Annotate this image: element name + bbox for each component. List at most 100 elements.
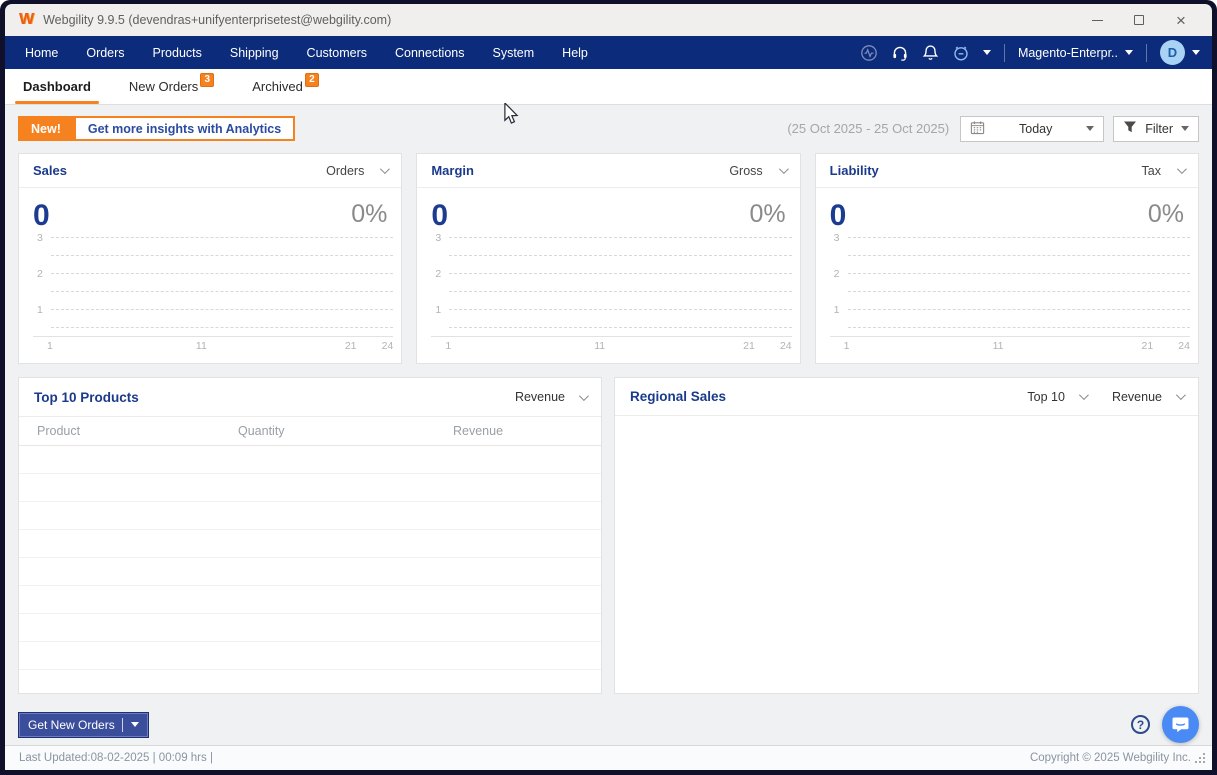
tab-dashboard[interactable]: Dashboard [13,69,101,104]
period-caret-icon [1086,126,1095,131]
nav-divider [1146,43,1147,62]
sales-values: 0 0% [19,188,401,231]
x-tick: 1 [445,340,452,352]
activity-icon[interactable] [860,44,878,62]
floating-actions: ? [1131,706,1199,743]
x-tick: 1 [47,340,53,352]
metric-percent: 0% [1147,200,1184,228]
x-axis [33,336,394,337]
bell-icon[interactable] [922,44,939,62]
filter-label: Filter [1145,121,1173,136]
x-tick: 11 [594,340,606,352]
store-selector[interactable]: Magento-Enterpr.. [1018,46,1133,60]
regional-sales-card: Regional Sales Top 10 Revenue [614,377,1199,694]
user-menu[interactable]: D [1160,40,1200,65]
chevron-down-icon [1176,164,1187,175]
chevron-down-icon [1175,390,1186,401]
nav-item-home[interactable]: Home [11,36,72,69]
title-bar: W Webgility 9.9.5 (devendras+unifyenterp… [5,4,1212,36]
dropdown-label: Top 10 [1027,389,1065,404]
get-new-orders-button[interactable]: Get New Orders [18,711,149,738]
margin-card: Margin Gross 0 0% 3 2 1 1 11 21 24 [416,153,801,364]
date-range-label: (25 Oct 2025 - 25 Oct 2025) [787,121,950,136]
webgility-logo-icon: W [19,11,34,28]
card-title: Margin [431,163,474,178]
y-tick: 2 [435,268,442,280]
sales-metric-dropdown[interactable]: Orders [326,164,391,178]
margin-metric-dropdown[interactable]: Gross [729,164,789,178]
avatar[interactable]: D [1160,40,1185,65]
x-axis [829,336,1190,337]
metric-value: 0 [829,199,847,232]
period-dropdown[interactable]: Today [960,115,1105,142]
alarm-dropdown-caret-icon[interactable] [982,50,991,55]
tab-archived[interactable]: Archived 2 [242,69,329,104]
nav-item-help[interactable]: Help [548,36,602,69]
top-products-metric-dropdown[interactable]: Revenue [515,390,589,404]
filter-dropdown[interactable]: Filter [1113,115,1199,142]
toolbar-row: New! Get more insights with Analytics (2… [18,105,1199,142]
table-row [19,614,601,642]
analytics-promo: New! Get more insights with Analytics [18,116,296,141]
table-row [19,586,601,614]
products-table-body [19,446,601,693]
metric-cards-row: Sales Orders 0 0% 3 2 1 1 11 21 24 Margi… [18,153,1199,364]
dropdown-label: Revenue [1111,389,1162,404]
user-caret-icon [1192,50,1200,55]
liability-card: Liability Tax 0 0% 3 2 1 1 11 21 24 [814,153,1199,364]
x-tick: 21 [1141,340,1154,352]
nav-item-connections[interactable]: Connections [381,36,479,69]
close-button[interactable]: × [1160,4,1202,36]
chevron-down-icon [1078,390,1089,401]
period-label: Today [1019,121,1053,136]
resize-grip-icon[interactable] [1195,753,1206,764]
column-header-quantity: Quantity [238,424,285,438]
nav-item-shipping[interactable]: Shipping [216,36,293,69]
tab-label: Dashboard [23,79,91,94]
actions-row: Get New Orders ? [18,706,1199,743]
alarm-icon[interactable] [952,44,970,62]
analytics-button[interactable]: Get more insights with Analytics [73,116,296,141]
tab-badge: 2 [304,72,319,87]
chevron-down-icon [778,164,789,175]
regional-metric-dropdown[interactable]: Revenue [1111,389,1186,404]
nav-item-orders[interactable]: Orders [72,36,138,69]
x-axis-labels: 1 11 21 24 [445,340,791,354]
metric-value: 0 [33,199,50,232]
window-title: Webgility 9.9.5 (devendras+unifyenterpri… [43,13,392,27]
dashboard-content: New! Get more insights with Analytics (2… [5,105,1212,745]
table-row [19,670,601,693]
tab-label: Archived [252,79,303,94]
liability-metric-dropdown[interactable]: Tax [1142,164,1187,178]
copyright-label: Copyright © 2025 Webgility Inc. [1029,752,1191,764]
tab-label: New Orders [128,79,199,94]
chevron-down-icon [380,164,391,175]
table-row [19,642,601,670]
maximize-button[interactable] [1118,4,1160,36]
x-tick: 1 [843,340,850,352]
tab-new-orders[interactable]: New Orders 3 [119,69,224,104]
sales-card-header: Sales Orders [19,154,402,188]
help-icon[interactable]: ? [1131,715,1150,734]
top-products-card: Top 10 Products Revenue Product Quantity… [18,377,602,694]
calendar-icon [970,120,985,138]
nav-item-products[interactable]: Products [139,36,216,69]
y-tick: 3 [37,232,43,244]
nav-item-system[interactable]: System [478,36,548,69]
x-tick: 21 [743,340,755,352]
close-icon: × [1176,10,1186,30]
chat-icon[interactable] [1162,706,1199,743]
x-tick: 21 [344,340,357,352]
nav-item-customers[interactable]: Customers [293,36,381,69]
regional-range-dropdown[interactable]: Top 10 [1027,389,1089,404]
store-caret-icon [1125,50,1133,55]
card-title: Sales [33,163,67,178]
minimize-button[interactable] [1076,4,1118,36]
get-new-orders-caret-icon[interactable] [130,722,139,727]
nav-divider [1003,43,1005,62]
x-axis-labels: 1 11 21 24 [844,340,1190,354]
main-nav: Home Orders Products Shipping Customers … [5,36,1212,69]
margin-card-header: Margin Gross [417,154,800,188]
headset-icon[interactable] [891,44,909,62]
x-tick: 24 [779,340,792,352]
